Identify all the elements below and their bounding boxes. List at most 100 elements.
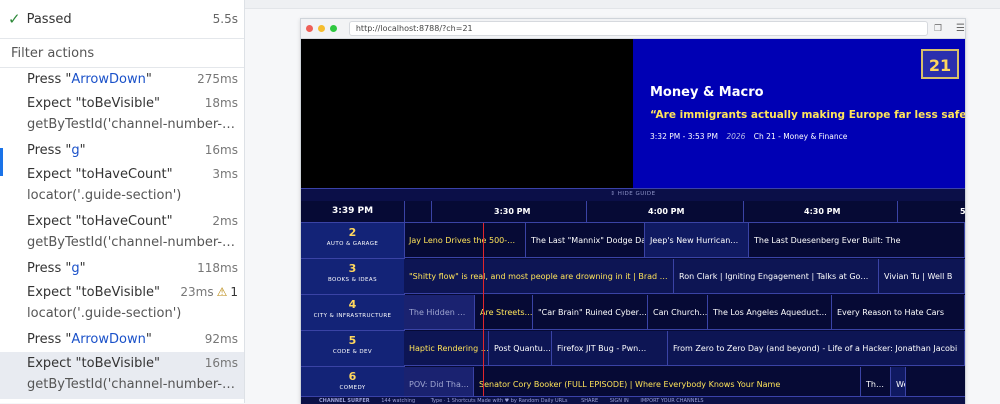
channel-name: CITY & INFRASTRUCTURE — [313, 313, 392, 319]
maximize-dot-icon[interactable] — [329, 25, 337, 32]
watching-count: 144 watching — [381, 398, 416, 404]
action-locator: locator('.guide-section') — [27, 188, 182, 203]
browser-window: http://localhost:8788/?ch=21 ❐ ☰ 21 Mone… — [300, 18, 966, 404]
video-player[interactable] — [301, 39, 633, 188]
program-cell[interactable]: The Last "Mannix" Dodge Dart: Resurrecti… — [526, 223, 645, 258]
chevron-icon: ⇕ — [610, 191, 618, 197]
action-title: Press "g" — [27, 261, 193, 276]
program-cell[interactable]: Ron Clark | Igniting Engagement | Talks … — [674, 259, 879, 294]
program-cell[interactable]: Jay Leno Drives the 500-… — [404, 223, 526, 258]
channel-row: 2 AUTO & GARAGE Jay Leno Drives the 500-… T… — [301, 223, 965, 259]
program-cell[interactable]: Can Church… — [648, 295, 708, 330]
action-suffix: " — [145, 71, 152, 87]
hide-guide-button[interactable]: ⇕ HIDE GUIDE — [301, 188, 965, 201]
check-icon: ✓ — [8, 10, 21, 28]
channel-cell[interactable]: 4 CITY & INFRASTRUCTURE — [301, 295, 405, 331]
time-label: 5 — [960, 207, 966, 216]
action-item[interactable]: Press "g" 16ms — [0, 139, 244, 163]
action-item[interactable]: Expect "toBeVisible" 23ms ⚠ 1 locator('.guid… — [0, 281, 244, 328]
action-item[interactable]: Expect "toBeVisible" 18ms getByTestId('cha… — [0, 92, 244, 139]
action-prefix: Expect "toBeVisible" — [27, 95, 160, 111]
program-cell[interactable]: Post Quantu… — [489, 331, 552, 366]
action-title: Expect "toHaveCount" — [27, 214, 208, 229]
status-duration: 5.5s — [212, 12, 238, 26]
program-cell[interactable]: "Shitty flow" is real, and most people a… — [404, 259, 674, 294]
program-cell[interactable]: Haptic Rendering … — [404, 331, 489, 366]
channel-name: AUTO & GARAGE — [326, 241, 379, 247]
tv-page: 21 Money & Macro “Are immigrants actuall… — [301, 39, 965, 404]
copy-icon[interactable]: ❐ — [934, 24, 942, 34]
program-cell[interactable]: Vivian Tu | Well B — [879, 259, 965, 294]
action-item[interactable]: Expect "toHaveCount" 2ms getByTestId('chan… — [0, 210, 244, 257]
action-item[interactable]: Press "g" 118ms — [0, 257, 244, 281]
action-duration: 18ms — [204, 96, 238, 110]
channel-cell[interactable]: 2 AUTO & GARAGE — [301, 223, 405, 259]
time-label: 4:30 PM — [804, 207, 841, 216]
hide-guide-label: HIDE GUIDE — [617, 191, 656, 197]
program-cell[interactable]: Jeep's New Hurrican… — [645, 223, 749, 258]
action-prefix: Expect "toHaveCount" — [27, 213, 173, 229]
time-row: 3:39 PM 3:30 PM 4:00 PM 4:30 PM 5 — [301, 201, 965, 223]
channel-number: 5 — [348, 334, 357, 347]
channel-name: CODE & DEV — [332, 349, 373, 355]
time-tick — [431, 201, 432, 222]
action-item[interactable]: Press "ArrowDown" 275ms — [0, 68, 244, 92]
program-cell[interactable]: From Zero to Zero Day (and beyond) - Lif… — [668, 331, 965, 366]
status-label: Passed — [26, 11, 72, 27]
channel-cell[interactable]: 3 BOOKS & IDEAS — [301, 259, 405, 295]
action-duration: 16ms — [204, 143, 238, 157]
action-suffix: " — [79, 142, 86, 158]
episode-title: “Are immigrants actually making Europe f… — [650, 109, 966, 121]
warning-count: 1 — [230, 285, 238, 299]
program-cell[interactable]: "Car Brain" Ruined Cyber… — [533, 295, 648, 330]
action-prefix: Expect "toBeVisible" — [27, 355, 160, 371]
program-cell[interactable]: Firefox JIT Bug - Pwn… — [552, 331, 668, 366]
channel-cell[interactable]: 5 CODE & DEV — [301, 331, 405, 367]
time-label: 3:30 PM — [494, 207, 531, 216]
actions-panel: ✓ Passed 5.5s Filter actions Press "Arro… — [0, 0, 245, 403]
browser-chrome: http://localhost:8788/?ch=21 ❐ ☰ — [301, 19, 965, 39]
program-cell[interactable]: The Last Duesenberg Ever Built: The — [749, 223, 965, 258]
channel-number: 2 — [348, 226, 357, 239]
action-title: Press "g" — [27, 143, 201, 158]
action-item[interactable]: Press "ArrowDown" 92ms — [0, 328, 244, 352]
action-item[interactable]: Expect "toHaveCount" 3ms locator('.guide-s… — [0, 163, 244, 210]
action-duration: 2ms — [212, 214, 238, 228]
action-line: Press "g" 16ms — [27, 139, 238, 161]
action-line: Expect "toBeVisible" 16ms — [27, 352, 238, 374]
filter-actions-input[interactable]: Filter actions — [0, 39, 244, 68]
action-duration: 16ms — [204, 356, 238, 370]
import-channels-button[interactable]: IMPORT YOUR CHANNELS — [640, 398, 703, 404]
action-duration: 275ms — [197, 72, 238, 86]
minimize-dot-icon[interactable] — [317, 25, 325, 32]
channel-name: COMEDY — [339, 385, 366, 391]
action-suffix: " — [145, 331, 152, 347]
sign-in-button[interactable]: SIGN IN — [610, 398, 629, 404]
action-prefix: Press " — [27, 71, 72, 87]
guide-section: 3:39 PM 3:30 PM 4:00 PM 4:30 PM 5 2 AUTO … — [301, 201, 965, 404]
channel-row: 5 CODE & DEV Haptic Rendering … Post Quantu… — [301, 331, 965, 367]
action-item[interactable]: Expect "toBeVisible" 16ms getByTestId('cha… — [0, 352, 244, 399]
program-cell[interactable]: The Hidden … — [404, 295, 475, 330]
action-line: Press "g" 118ms — [27, 257, 238, 279]
url-bar[interactable]: http://localhost:8788/?ch=21 — [348, 21, 928, 36]
action-line: Expect "toHaveCount" 2ms — [27, 210, 238, 232]
program-cell[interactable]: Every Reason to Hate Cars — [832, 295, 965, 330]
channel-number: 3 — [348, 262, 357, 275]
action-locator: getByTestId('channel-number-bad… — [27, 117, 238, 132]
channel-row: 4 CITY & INFRASTRUCTURE The Hidden … Are St… — [301, 295, 965, 331]
menu-icon[interactable]: ☰ — [956, 23, 965, 34]
selection-marker — [0, 148, 3, 176]
close-dot-icon[interactable] — [306, 25, 313, 32]
test-status-row[interactable]: ✓ Passed 5.5s — [0, 0, 244, 39]
action-list: Press "ArrowDown" 275ms Expect "toBeVisibl… — [0, 68, 244, 399]
action-line: Press "ArrowDown" 92ms — [27, 328, 238, 350]
action-duration: 23ms — [180, 285, 214, 299]
action-duration: 118ms — [197, 261, 238, 275]
share-button[interactable]: SHARE — [581, 398, 598, 404]
show-title: Money & Macro — [650, 85, 764, 100]
time-tick — [743, 201, 744, 222]
channel-number: 4 — [348, 298, 357, 311]
episode-meta: 3:32 PM - 3:53 PM 2026 Ch 21 - Money & F… — [650, 132, 847, 141]
program-cell[interactable]: The Los Angeles Aqueduct… — [708, 295, 832, 330]
